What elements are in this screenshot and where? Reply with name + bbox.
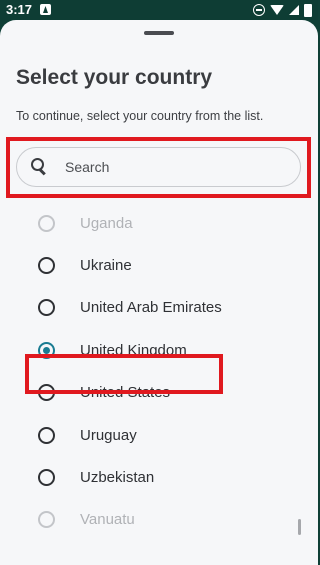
radio-unselected-icon[interactable] [38, 256, 55, 274]
status-bar: 3:17 [0, 0, 318, 20]
search-bar[interactable] [16, 147, 301, 187]
battery-icon [304, 3, 312, 17]
scrollbar[interactable] [298, 519, 301, 535]
country-row[interactable]: Uganda [0, 202, 318, 244]
radio-unselected-icon[interactable] [38, 214, 55, 232]
country-label: Uruguay [80, 426, 137, 444]
drag-handle[interactable] [144, 31, 174, 35]
status-icons [253, 2, 312, 18]
radio-unselected-icon[interactable] [38, 298, 55, 316]
sheet-title: Select your country [16, 66, 213, 89]
country-row[interactable]: Uzbekistan [0, 456, 318, 498]
status-time: 3:17 [6, 2, 33, 17]
dnd-icon [253, 4, 265, 16]
radio-unselected-icon[interactable] [38, 468, 55, 486]
wifi-icon [270, 5, 284, 15]
signal-icon [289, 5, 299, 15]
radio-unselected-icon[interactable] [38, 510, 55, 528]
country-row[interactable]: Vanuatu [0, 498, 318, 540]
search-icon [29, 156, 51, 178]
country-bottom-sheet: Select your country To continue, select … [0, 20, 318, 565]
country-label: Ukraine [80, 256, 132, 274]
selected-country-highlight-box [25, 354, 223, 394]
country-label: Uzbekistan [80, 468, 155, 486]
notification-icon [40, 4, 51, 15]
country-label: Uganda [80, 214, 133, 232]
search-input[interactable] [63, 158, 267, 176]
country-row[interactable]: Ukraine [0, 244, 318, 286]
country-label: United Arab Emirates [80, 298, 222, 316]
country-row[interactable]: United Arab Emirates [0, 286, 318, 328]
country-label: Vanuatu [80, 510, 135, 528]
radio-unselected-icon[interactable] [38, 426, 55, 444]
country-row[interactable]: Uruguay [0, 414, 318, 456]
sheet-subtitle: To continue, select your country from th… [16, 109, 264, 123]
